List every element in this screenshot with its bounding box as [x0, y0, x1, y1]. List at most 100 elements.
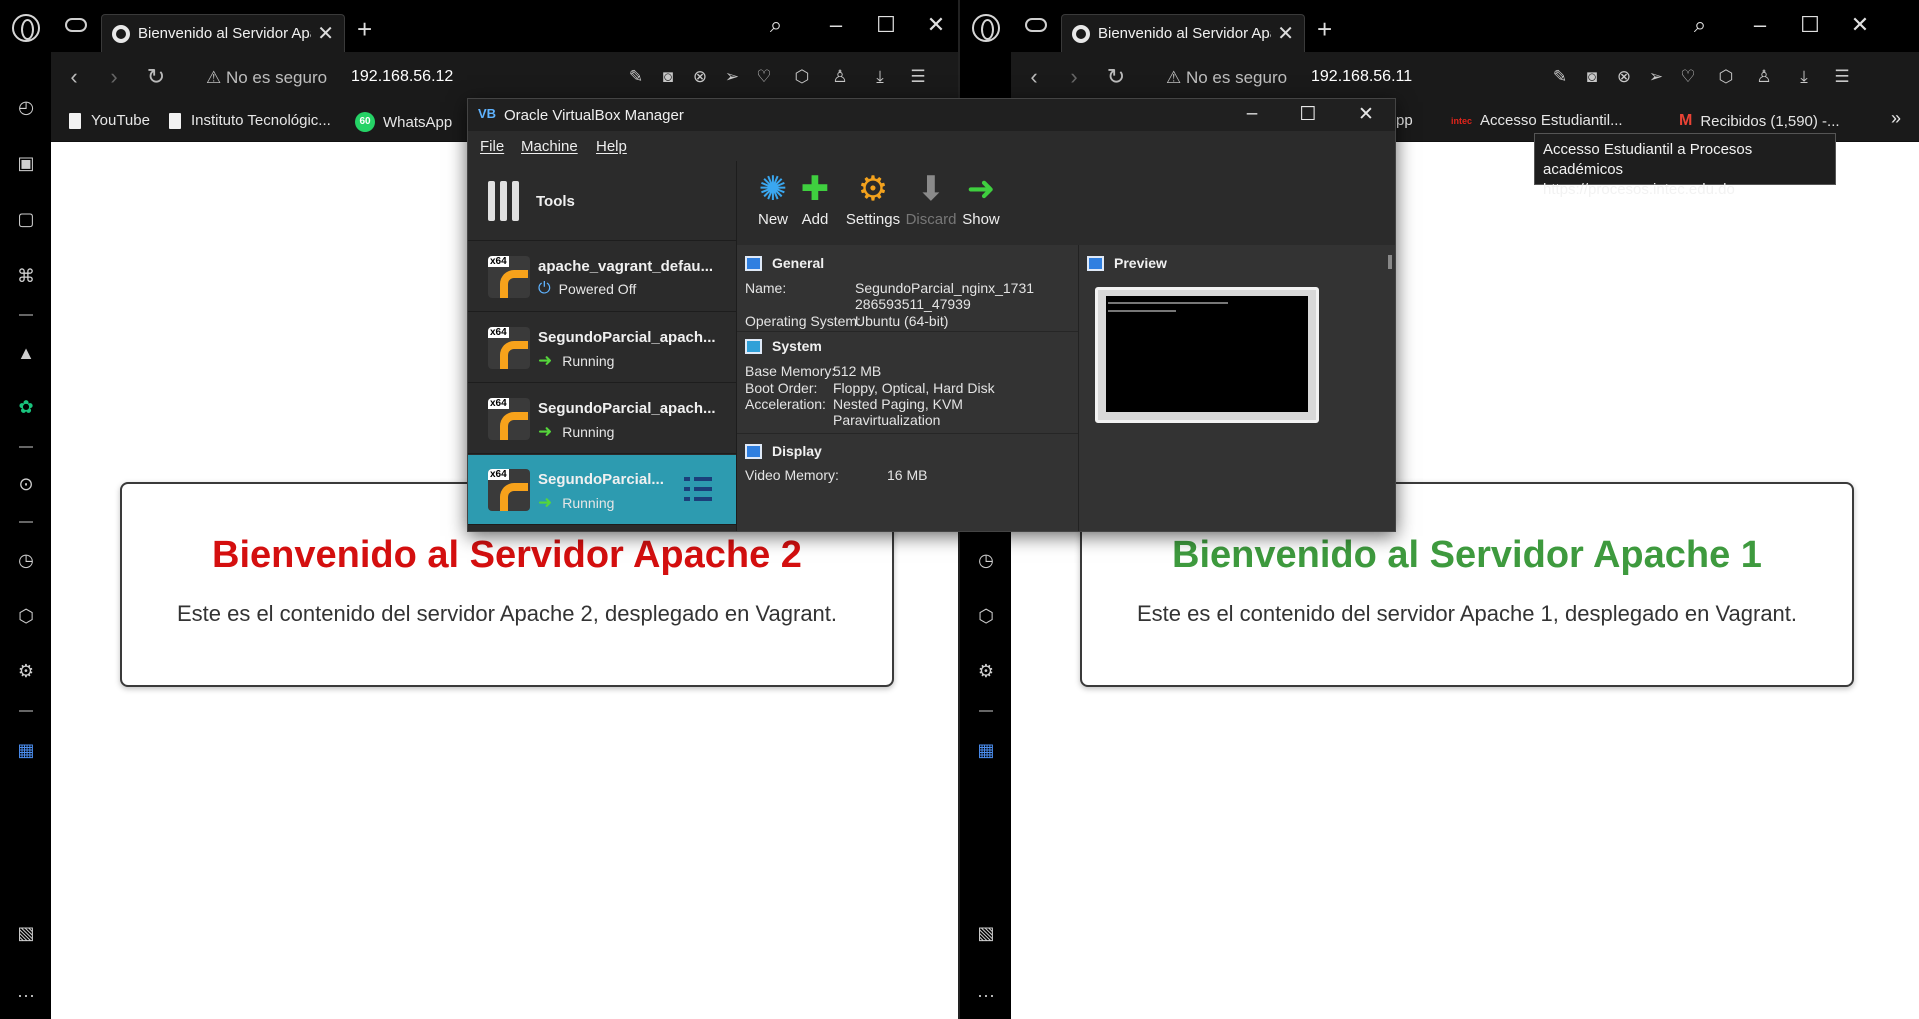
edit-icon[interactable]: ✎	[1549, 67, 1571, 87]
forward-icon[interactable]: ›	[101, 64, 127, 90]
extensions-cube-icon[interactable]: ⬡	[13, 603, 39, 629]
new-tab-plus-icon[interactable]: +	[357, 14, 372, 45]
forward-icon[interactable]: ›	[1061, 64, 1087, 90]
tools-item[interactable]: Tools	[468, 161, 736, 241]
easy-setup-icon[interactable]: ☰	[907, 67, 929, 87]
close-window-icon[interactable]: ✕	[1845, 12, 1875, 38]
extensions-cube-icon[interactable]: ⬡	[973, 603, 999, 629]
heart-icon[interactable]: ♡	[753, 67, 775, 87]
url-field[interactable]: 192.168.56.11	[1311, 68, 1412, 86]
tab-active[interactable]: Bienvenido al Servidor Apache 2 ✕	[101, 14, 345, 52]
player-icon[interactable]: ⊙	[13, 471, 39, 497]
back-icon[interactable]: ‹	[61, 64, 87, 90]
gx-gamepad-icon[interactable]	[1025, 18, 1047, 32]
speed-dial-icon[interactable]: ◴	[13, 94, 39, 120]
preview-scrollbar[interactable]	[1388, 255, 1392, 269]
name-value-cont: 286593511_47939	[855, 296, 971, 312]
bookmarks-overflow-icon[interactable]: »	[1891, 108, 1901, 129]
vm-details-menu-icon[interactable]	[684, 475, 712, 503]
heart-icon[interactable]: ♡	[1677, 67, 1699, 87]
sidebar-separator	[19, 521, 33, 523]
minimize-icon[interactable]: –	[821, 12, 851, 38]
bookmark-gmail[interactable]: M Recibidos (1,590) -...	[1679, 112, 1840, 130]
tab-bar: Bienvenido al Servidor Apache 2 ✕ + ⌕ – …	[51, 0, 959, 52]
gx-gamepad-icon[interactable]	[65, 18, 87, 32]
settings-button[interactable]: ⚙ Settings	[843, 167, 903, 228]
show-button[interactable]: ➜ Show	[951, 167, 1011, 228]
vbox-close-icon[interactable]: ✕	[1352, 103, 1380, 126]
profile-icon[interactable]: ♙	[1753, 67, 1775, 87]
opera-logo-icon[interactable]	[12, 14, 40, 42]
camera-icon[interactable]: ◙	[1581, 67, 1603, 87]
settings-gear-icon[interactable]: ⚙	[13, 658, 39, 684]
adblock-icon[interactable]: ⊗	[689, 67, 711, 87]
menu-machine[interactable]: Machine	[521, 138, 578, 155]
minimize-icon[interactable]: –	[1745, 12, 1775, 38]
bookmark-whatsapp-partial[interactable]: pp	[1396, 112, 1413, 129]
vm-item[interactable]: x64 SegundoParcial_apach... ➜ Running	[468, 313, 736, 383]
general-section-header[interactable]: General	[745, 255, 824, 271]
vbox-maximize-icon[interactable]: ☐	[1294, 103, 1322, 126]
tab-close-icon[interactable]: ✕	[1277, 21, 1294, 46]
more-icon[interactable]: ···	[973, 982, 999, 1008]
maximize-icon[interactable]: ☐	[871, 12, 901, 38]
cpu-icon[interactable]: ⌘	[13, 263, 39, 289]
reload-icon[interactable]: ↻	[1103, 64, 1129, 90]
vbox-minimize-icon[interactable]: –	[1238, 103, 1266, 125]
security-warning[interactable]: ⚠ No es seguro	[1166, 68, 1287, 88]
adblock-icon[interactable]: ⊗	[1613, 67, 1635, 87]
vm-item[interactable]: x64 apache_vagrant_defau... ⏻ Powered Off	[468, 242, 736, 312]
download-icon[interactable]: ⤓	[1793, 67, 1815, 87]
settings-gear-icon[interactable]: ⚙	[973, 658, 999, 684]
maximize-icon[interactable]: ☐	[1795, 12, 1825, 38]
new-tab-plus-icon[interactable]: +	[1317, 14, 1332, 45]
send-icon[interactable]: ➢	[721, 67, 743, 87]
camera-icon[interactable]: ◙	[657, 67, 679, 87]
display-section-header[interactable]: Display	[745, 443, 822, 459]
system-section-header[interactable]: System	[745, 338, 822, 354]
gallery-icon[interactable]: ▧	[973, 920, 999, 946]
close-window-icon[interactable]: ✕	[921, 12, 951, 38]
gallery-icon[interactable]: ▧	[13, 920, 39, 946]
history-icon[interactable]: ◷	[13, 547, 39, 573]
menu-file[interactable]: File	[480, 138, 504, 155]
powered-off-icon: ⏻	[538, 280, 551, 297]
opera-logo-icon[interactable]	[972, 14, 1000, 42]
vbox-menu-bar: File Machine Help	[468, 131, 1395, 161]
history-icon[interactable]: ◷	[973, 547, 999, 573]
vbox-title-bar[interactable]: VB Oracle VirtualBox Manager – ☐ ✕	[468, 99, 1395, 131]
add-button[interactable]: ✚ Add	[785, 167, 845, 228]
shopping-icon[interactable]: ▣	[13, 150, 39, 176]
url-field[interactable]: 192.168.56.12	[351, 68, 453, 86]
box-icon[interactable]: ⬡	[791, 67, 813, 87]
reload-icon[interactable]: ↻	[143, 64, 169, 90]
search-icon[interactable]: ⌕	[1685, 12, 1715, 38]
back-icon[interactable]: ‹	[1021, 64, 1047, 90]
translate-icon[interactable]: ▦	[13, 737, 39, 763]
vm-state: ⏻ Powered Off	[538, 280, 637, 297]
download-icon[interactable]: ⤓	[869, 67, 891, 87]
search-icon[interactable]: ⌕	[761, 12, 791, 38]
bookmark-youtube[interactable]: YouTube	[69, 112, 150, 129]
chatgpt-icon[interactable]: ✿	[13, 394, 39, 420]
bookmark-intec[interactable]: intec Accesso Estudiantil...	[1451, 112, 1623, 129]
send-icon[interactable]: ➢	[1645, 67, 1667, 87]
translate-icon[interactable]: ▦	[973, 737, 999, 763]
more-icon[interactable]: ···	[13, 982, 39, 1008]
menu-help[interactable]: Help	[596, 138, 627, 155]
vm-preview-thumbnail[interactable]	[1095, 287, 1319, 423]
tab-close-icon[interactable]: ✕	[317, 21, 334, 46]
edit-icon[interactable]: ✎	[625, 67, 647, 87]
aria-icon[interactable]: ▲	[13, 340, 39, 366]
vm-item-selected[interactable]: x64 SegundoParcial... ➜ Running	[468, 455, 736, 525]
bookmark-whatsapp[interactable]: 60 WhatsApp	[355, 112, 452, 132]
vm-item[interactable]: x64 SegundoParcial_apach... ➜ Running	[468, 384, 736, 454]
twitch-icon[interactable]: ▢	[13, 206, 39, 232]
bookmark-instituto[interactable]: Instituto Tecnológic...	[169, 112, 331, 129]
easy-setup-icon[interactable]: ☰	[1831, 67, 1853, 87]
security-warning[interactable]: ⚠ No es seguro	[206, 68, 327, 88]
profile-icon[interactable]: ♙	[829, 67, 851, 87]
tab-active[interactable]: Bienvenido al Servidor Apache 1 ✕	[1061, 14, 1305, 52]
preview-section-header[interactable]: Preview	[1087, 255, 1167, 271]
box-icon[interactable]: ⬡	[1715, 67, 1737, 87]
